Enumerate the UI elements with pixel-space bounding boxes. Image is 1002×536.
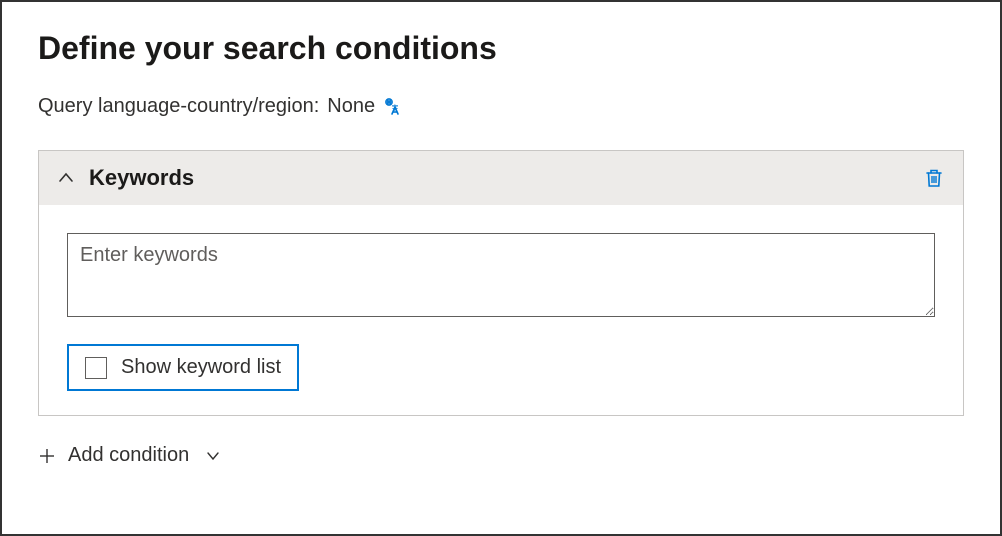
query-language-row: Query language-country/region: None 字 — [38, 95, 964, 118]
keywords-input[interactable] — [67, 233, 935, 317]
page-title: Define your search conditions — [38, 30, 964, 67]
delete-icon[interactable] — [923, 167, 945, 189]
show-keyword-list-label: Show keyword list — [121, 356, 281, 379]
translate-icon[interactable]: 字 — [383, 97, 403, 117]
show-keyword-list-container: Show keyword list — [67, 344, 299, 391]
chevron-down-icon — [205, 448, 221, 464]
query-language-value: None — [327, 95, 375, 118]
show-keyword-list-checkbox[interactable] — [85, 357, 107, 379]
keywords-panel-title: Keywords — [89, 165, 909, 191]
add-condition-button[interactable]: Add condition — [38, 440, 221, 471]
svg-text:字: 字 — [392, 104, 398, 112]
keywords-panel-header: Keywords — [39, 151, 963, 205]
keywords-panel: Keywords Show keyword list — [38, 150, 964, 416]
plus-icon — [38, 447, 56, 465]
keywords-panel-body: Show keyword list — [39, 205, 963, 415]
collapse-icon[interactable] — [57, 169, 75, 187]
query-language-label: Query language-country/region: — [38, 95, 319, 118]
add-condition-label: Add condition — [68, 444, 189, 467]
